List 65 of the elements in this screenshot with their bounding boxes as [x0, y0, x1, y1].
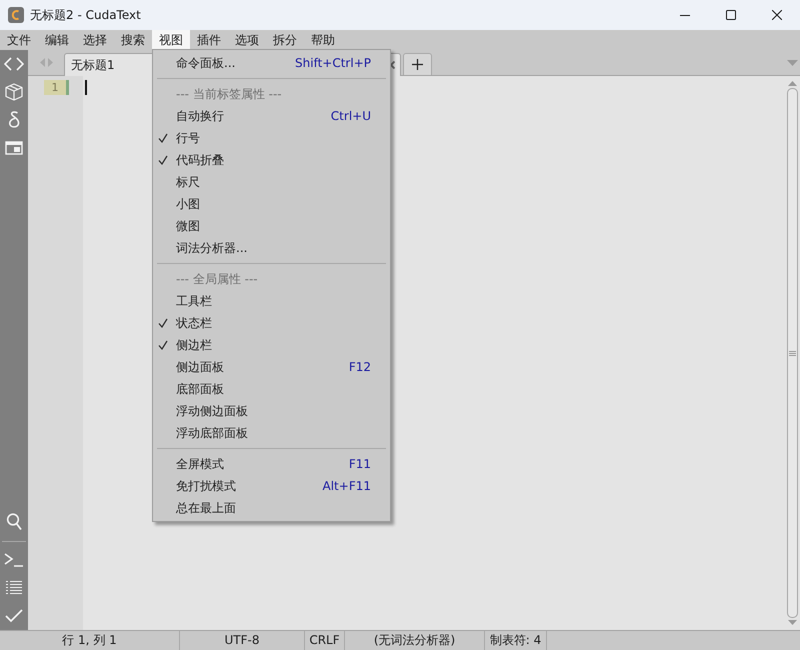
menu-section-header: --- 当前标签属性 --- — [175, 86, 283, 103]
menu-bar-item[interactable]: 编辑 — [38, 30, 76, 50]
check-icon[interactable] — [5, 609, 23, 623]
cube-icon[interactable] — [5, 83, 23, 101]
search-icon[interactable] — [6, 513, 22, 531]
menu-item[interactable]: 标尺 — [153, 171, 390, 193]
menu-bar-item[interactable]: 拆分 — [266, 30, 304, 50]
line-number: 1 — [44, 80, 66, 95]
checkmark-icon — [158, 155, 168, 165]
status-cell[interactable]: 制表符: 4 — [485, 631, 547, 650]
menu-bar-item[interactable]: 选项 — [228, 30, 266, 50]
status-cell[interactable]: CRLF — [305, 631, 345, 650]
menu-item[interactable]: 状态栏 — [153, 312, 390, 334]
menu-bar-item[interactable]: 帮助 — [304, 30, 342, 50]
menu-item[interactable]: 侧边栏 — [153, 334, 390, 356]
grip-icon — [789, 350, 796, 356]
shortcut-text: Alt+F11 — [322, 479, 371, 493]
menu-item[interactable]: 浮动底部面板 — [153, 422, 390, 444]
checkmark-icon — [158, 318, 168, 328]
down-arrow-icon[interactable] — [788, 620, 797, 625]
app-logo-icon — [8, 7, 24, 23]
checkmark-icon — [158, 133, 168, 143]
plus-icon — [412, 59, 423, 70]
shortcut-text: Shift+Ctrl+P — [295, 56, 371, 70]
menu-item[interactable]: 总在最上面 — [153, 497, 390, 519]
code-icon[interactable] — [4, 57, 24, 71]
maximize-icon[interactable] — [726, 10, 736, 20]
menu-item[interactable]: 命令面板... Shift+Ctrl+P — [153, 52, 390, 74]
list-icon[interactable] — [5, 580, 23, 596]
menu-item[interactable]: 代码折叠 — [153, 149, 390, 171]
menu-item[interactable]: 微图 — [153, 215, 390, 237]
menu-item[interactable]: 小图 — [153, 193, 390, 215]
menu-item[interactable]: 全屏模式 F11 — [153, 453, 390, 475]
status-cell[interactable]: 行 1, 列 1 — [0, 631, 180, 650]
terminal-icon[interactable] — [4, 553, 24, 567]
new-tab-button[interactable] — [403, 53, 432, 75]
up-arrow-icon[interactable] — [788, 81, 797, 86]
menu-bar-item[interactable]: 插件 — [190, 30, 228, 50]
menu-item[interactable]: 行号 — [153, 127, 390, 149]
shortcut-text: F11 — [348, 457, 371, 471]
status-cell[interactable]: UTF-8 — [180, 631, 305, 650]
menu-bar-item[interactable]: 搜索 — [114, 30, 152, 50]
tab-title[interactable]: 无标题1 — [71, 56, 115, 74]
shortcut-text: F12 — [348, 360, 371, 374]
menu-bar-item[interactable]: 视图 — [152, 30, 190, 50]
status-cell[interactable]: (无词法分析器) — [345, 631, 485, 650]
menu-item[interactable]: 浮动侧边面板 — [153, 400, 390, 422]
menu-bar-item[interactable]: 选择 — [76, 30, 114, 50]
checkmark-icon — [158, 340, 168, 350]
scroll-thumb[interactable] — [787, 88, 798, 618]
menu-item[interactable]: 自动换行 Ctrl+U — [153, 105, 390, 127]
delta-icon[interactable] — [8, 111, 20, 129]
menu-item[interactable]: 免打扰模式 Alt+F11 — [153, 475, 390, 497]
minimize-icon[interactable] — [680, 14, 690, 16]
menu-item[interactable]: 工具栏 — [153, 290, 390, 312]
menu-item[interactable]: 底部面板 — [153, 378, 390, 400]
text-cursor — [85, 80, 87, 95]
menu-section-header: --- 全局属性 --- — [175, 271, 259, 288]
menu-item[interactable]: 侧边面板 F12 — [153, 356, 390, 378]
window-title: 无标题2 - CudaText — [30, 6, 141, 24]
menu-item[interactable]: 词法分析器... — [153, 237, 390, 259]
panel-icon[interactable] — [5, 141, 23, 155]
close-icon[interactable] — [772, 10, 782, 20]
shortcut-text: Ctrl+U — [330, 109, 371, 123]
menu-bar-item[interactable]: 文件 — [0, 30, 38, 50]
